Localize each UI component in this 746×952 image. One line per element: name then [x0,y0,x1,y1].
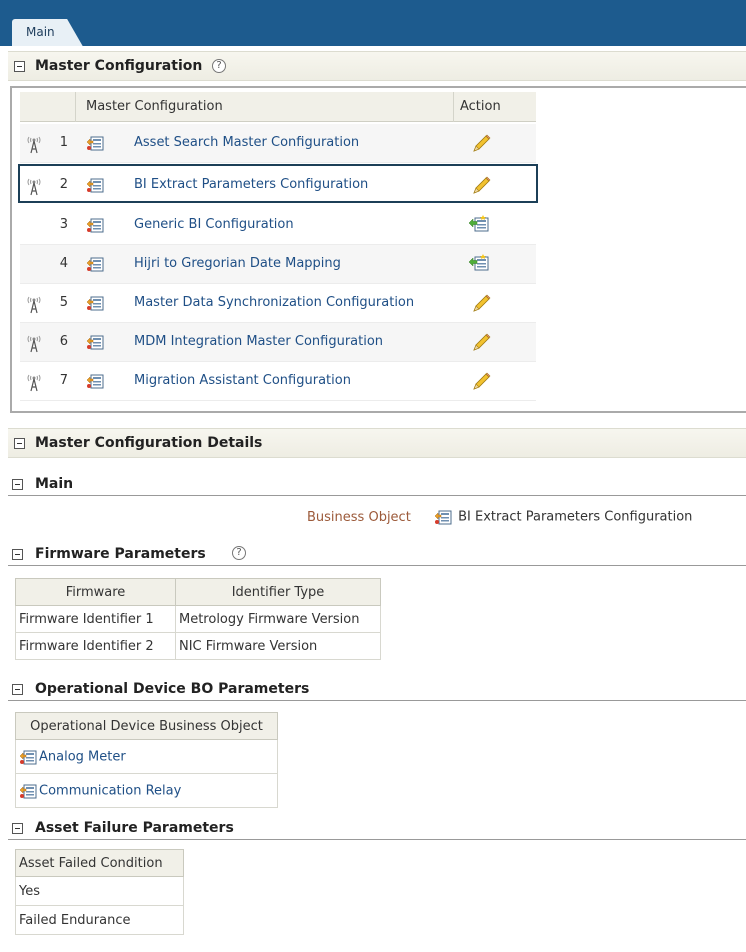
help-icon[interactable]: ? [232,546,246,560]
edit-pencil-icon[interactable] [470,175,492,197]
row-number: 6 [59,334,68,349]
row-link[interactable]: Hijri to Gregorian Date Mapping [134,256,341,271]
antenna-icon [26,134,42,154]
table-row: Analog Meter [15,739,278,774]
row-link[interactable]: MDM Integration Master Configuration [134,334,383,349]
identifier-type-header: Identifier Type [175,578,381,606]
help-icon[interactable]: ? [212,59,226,73]
collapse-icon[interactable] [12,684,23,695]
asset-failure-subsection: Asset Failure Parameters [8,818,746,840]
grid-header-master: Master Configuration [76,92,454,122]
collapse-icon[interactable] [12,823,23,834]
table-row: Yes [15,876,184,906]
row-link[interactable]: Master Data Synchronization Configuratio… [134,295,414,310]
antenna-icon [26,372,42,392]
identifier-type-cell: Metrology Firmware Version [175,605,381,633]
firmware-cell: Firmware Identifier 2 [15,632,176,660]
master-configuration-header: Master Configuration ? [8,51,746,81]
business-object-icon[interactable] [434,508,452,526]
business-object-icon[interactable] [86,294,104,312]
edit-pencil-icon[interactable] [470,371,492,393]
collapse-icon[interactable] [12,479,23,490]
business-object-icon[interactable] [86,176,104,194]
antenna-icon [26,176,42,196]
row-number: 5 [59,295,68,310]
details-header: Master Configuration Details [8,428,746,458]
asset-failure-subsection-title: Asset Failure Parameters [35,820,234,836]
asset-failed-condition-cell: Yes [15,876,184,906]
row-link[interactable]: Generic BI Configuration [134,217,294,232]
identifier-type-cell: NIC Firmware Version [175,632,381,660]
table-row: 5 Master Data Synchronization Configurat… [20,284,536,323]
row-link[interactable]: BI Extract Parameters Configuration [134,177,368,192]
master-configuration-grid: Master Configuration Action 1 Asset Sear… [10,86,746,413]
master-configuration-title: Master Configuration [35,58,203,74]
row-number: 2 [59,177,68,192]
asset-failed-condition-cell: Failed Endurance [15,905,184,935]
asset-failed-condition-header: Asset Failed Condition [15,849,184,877]
row-number: 4 [59,256,68,271]
grid-header-blank [20,92,76,122]
table-row: Firmware Identifier 1 Metrology Firmware… [15,605,381,633]
firmware-subsection: Firmware Parameters ? [8,544,746,566]
row-link[interactable]: Migration Assistant Configuration [134,373,351,388]
business-object-label: Business Object [307,510,411,525]
opdevice-table: Operational Device Business Object Analo… [15,712,278,808]
business-object-icon[interactable] [19,748,37,766]
firmware-table: Firmware Identifier Type Firmware Identi… [15,578,381,660]
table-row: 6 MDM Integration Master Configuration [20,323,536,362]
collapse-icon[interactable] [12,549,23,560]
business-object-icon[interactable] [86,372,104,390]
firmware-cell: Firmware Identifier 1 [15,605,176,633]
firmware-header: Firmware [15,578,176,606]
business-object-name: BI Extract Parameters Configuration [458,509,693,525]
grid-header: Master Configuration Action [20,92,536,122]
table-row: 7 Migration Assistant Configuration [20,362,536,401]
antenna-icon [26,333,42,353]
table-row-selected: 2 BI Extract Parameters Configuration [18,164,538,203]
collapse-icon[interactable] [14,438,25,449]
business-object-icon[interactable] [86,333,104,351]
asset-failure-table: Asset Failed Condition Yes Failed Endura… [15,849,184,935]
row-number: 3 [59,217,68,232]
business-object-icon[interactable] [19,782,37,800]
table-row: Communication Relay [15,773,278,808]
grid-header-action: Action [460,99,501,114]
row-number: 1 [59,135,68,150]
main-subsection: Main [8,474,746,496]
table-row: Failed Endurance [15,905,184,935]
table-row: 1 Asset Search Master Configuration [20,124,536,163]
edit-pencil-icon[interactable] [470,133,492,155]
edit-pencil-icon[interactable] [470,332,492,354]
business-object-icon[interactable] [86,255,104,273]
tab-main[interactable]: Main [12,19,83,46]
opdevice-subsection: Operational Device BO Parameters [8,679,746,701]
row-link[interactable]: Asset Search Master Configuration [134,135,359,150]
add-record-icon[interactable] [468,253,490,273]
opdevice-link[interactable]: Communication Relay [39,783,181,798]
add-record-icon[interactable] [468,214,490,234]
edit-pencil-icon[interactable] [470,293,492,315]
table-row: Firmware Identifier 2 NIC Firmware Versi… [15,632,381,660]
business-object-icon[interactable] [86,134,104,152]
opdevice-cell[interactable]: Communication Relay [15,773,278,808]
table-row: 3 Generic BI Configuration [20,206,536,245]
business-object-value: BI Extract Parameters Configuration [434,508,692,526]
details-title: Master Configuration Details [35,435,263,451]
table-row: 4 Hijri to Gregorian Date Mapping [20,245,536,284]
main-subsection-title: Main [35,476,74,492]
opdevice-cell[interactable]: Analog Meter [15,739,278,774]
opdevice-link[interactable]: Analog Meter [39,749,126,764]
row-number: 7 [59,373,68,388]
collapse-icon[interactable] [14,61,25,72]
business-object-icon[interactable] [86,216,104,234]
firmware-subsection-title: Firmware Parameters [35,546,206,562]
opdevice-header: Operational Device Business Object [15,712,278,740]
top-bar: Main [0,0,746,46]
opdevice-subsection-title: Operational Device BO Parameters [35,681,310,697]
antenna-icon [26,294,42,314]
